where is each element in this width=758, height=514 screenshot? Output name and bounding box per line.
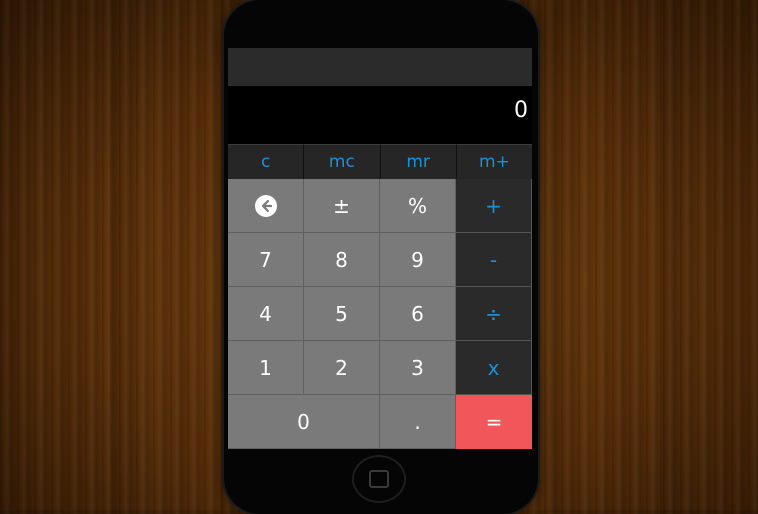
plus-minus-button[interactable]: ± (304, 179, 380, 233)
result-display: 0 (228, 86, 532, 144)
memory-row: c mc mr m+ (228, 144, 532, 179)
digit-8-button[interactable]: 8 (304, 233, 380, 287)
subtract-button[interactable]: - (456, 233, 532, 287)
digit-5-button[interactable]: 5 (304, 287, 380, 341)
phone-frame: 0 c mc mr m+ ± % + 7 8 9 - 4 5 6 ÷ 1 2 3… (224, 0, 538, 514)
multiply-button[interactable]: x (456, 341, 532, 395)
memory-add-button[interactable]: m+ (456, 144, 532, 179)
decimal-button[interactable]: . (380, 395, 456, 449)
home-button[interactable] (352, 455, 406, 503)
memory-clear-button[interactable]: mc (304, 144, 381, 179)
percent-button[interactable]: % (380, 179, 456, 233)
digit-6-button[interactable]: 6 (380, 287, 456, 341)
home-square-icon (369, 470, 389, 488)
divide-button[interactable]: ÷ (456, 287, 532, 341)
add-button[interactable]: + (456, 179, 532, 233)
digit-4-button[interactable]: 4 (228, 287, 304, 341)
calculator-screen: 0 c mc mr m+ ± % + 7 8 9 - 4 5 6 ÷ 1 2 3… (228, 48, 532, 449)
digit-7-button[interactable]: 7 (228, 233, 304, 287)
backspace-button[interactable] (228, 179, 304, 233)
digit-3-button[interactable]: 3 (380, 341, 456, 395)
digit-1-button[interactable]: 1 (228, 341, 304, 395)
keypad: ± % + 7 8 9 - 4 5 6 ÷ 1 2 3 x 0 . = (228, 179, 532, 449)
memory-recall-button[interactable]: mr (380, 144, 457, 179)
arrow-left-circle-icon (254, 194, 277, 217)
digit-2-button[interactable]: 2 (304, 341, 380, 395)
digit-0-button[interactable]: 0 (228, 395, 380, 449)
digit-9-button[interactable]: 9 (380, 233, 456, 287)
clear-button[interactable]: c (228, 144, 305, 179)
status-bar (228, 48, 532, 86)
equals-button[interactable]: = (456, 395, 532, 449)
